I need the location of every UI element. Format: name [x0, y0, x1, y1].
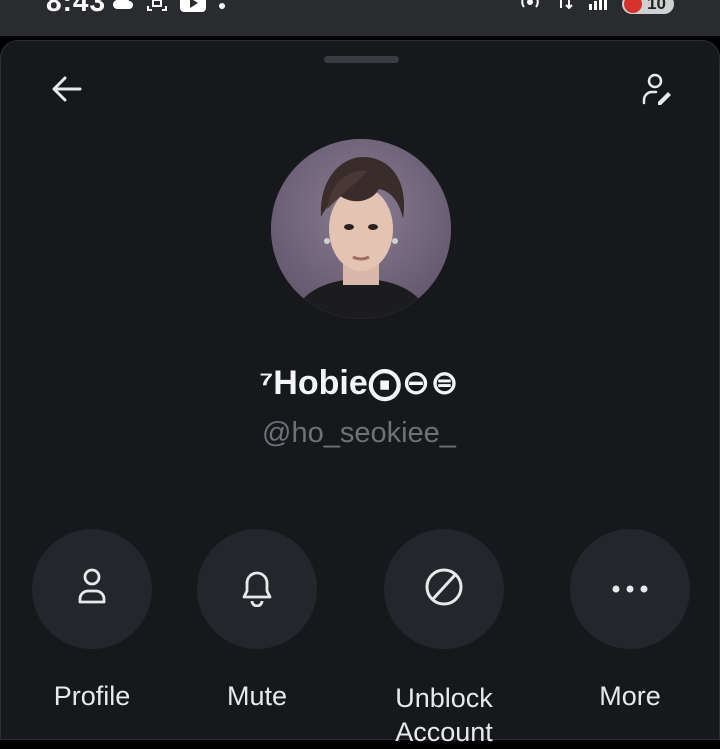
status-right-icons — [518, 0, 608, 15]
status-left-icons — [112, 0, 226, 17]
person-icon — [77, 568, 107, 611]
face-scan-icon — [146, 0, 168, 17]
unblock-account-button[interactable] — [384, 529, 504, 649]
more-button[interactable] — [570, 529, 690, 649]
battery-icon: 10 — [622, 0, 674, 14]
block-icon — [424, 567, 464, 612]
avatar-image — [271, 139, 451, 319]
battery-alert-icon — [624, 0, 642, 13]
status-bar: 8:43 10 — [0, 0, 720, 36]
action-mute: Mute — [197, 529, 317, 712]
more-dots-icon — [612, 580, 648, 598]
mute-button[interactable] — [197, 529, 317, 649]
data-arrows-icon — [556, 0, 574, 15]
profile-sheet: ⁷Hobie⨀⊖⊜ @ho_seokiee_ Profile Mute Unbl… — [0, 40, 720, 747]
drag-handle[interactable] — [324, 56, 399, 63]
signal-icon — [588, 0, 608, 15]
hotspot-icon — [518, 0, 542, 15]
username-handle: @ho_seokiee_ — [262, 417, 456, 449]
youtube-icon — [180, 0, 206, 17]
dot-icon — [218, 0, 226, 15]
profile-label: Profile — [53, 681, 131, 711]
bell-icon — [238, 567, 276, 612]
profile-button[interactable] — [32, 529, 152, 649]
action-more: More — [570, 529, 690, 712]
arrow-left-icon — [52, 76, 82, 107]
status-time: 8:43 — [46, 0, 107, 17]
avatar[interactable] — [271, 139, 451, 319]
cloud-icon — [112, 0, 134, 15]
unblock-account-label: Unblock Account — [395, 683, 493, 747]
mute-label: Mute — [226, 681, 288, 711]
action-unblock: Unblock Account — [384, 529, 504, 749]
more-label: More — [599, 681, 661, 711]
edit-profile-button[interactable] — [637, 71, 677, 111]
action-profile: Profile — [32, 529, 152, 712]
back-button[interactable] — [47, 71, 87, 111]
battery-level: 10 — [647, 0, 666, 13]
user-edit-icon — [642, 73, 672, 110]
display-name: ⁷Hobie⨀⊖⊜ — [259, 364, 459, 402]
